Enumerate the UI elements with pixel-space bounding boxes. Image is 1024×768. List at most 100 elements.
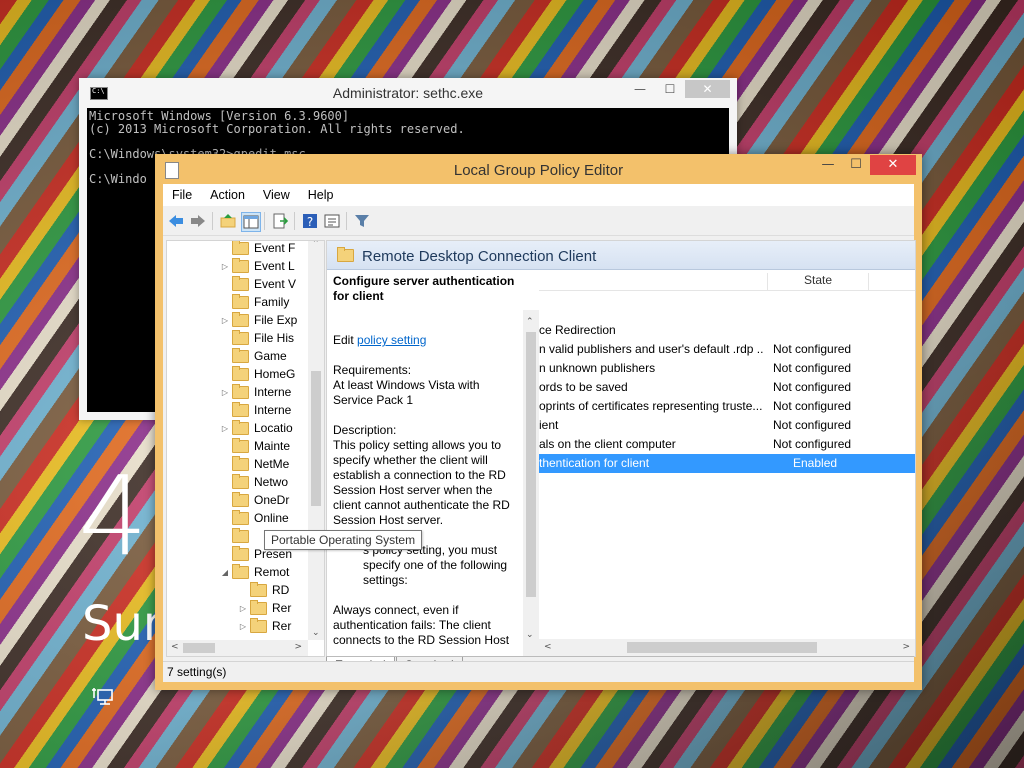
gpedit-window[interactable]: Local Group Policy Editor — ☐ ✕ File Act… <box>155 154 922 690</box>
menu-action[interactable]: Action <box>201 188 254 202</box>
setting-name: ce Redirection <box>539 323 616 337</box>
expand-arrow-icon[interactable]: ▷ <box>221 262 229 271</box>
tree-item[interactable]: ▷ Rer <box>240 617 292 635</box>
tree-item[interactable]: ▷ Event L <box>222 257 295 275</box>
folder-icon <box>232 437 249 453</box>
tree-vertical-scrollbar[interactable]: ⌃ ⌄ <box>308 241 324 640</box>
tree-item[interactable]: Event V <box>232 275 296 293</box>
console-line: (c) 2013 Microsoft Corporation. All righ… <box>89 121 465 136</box>
folder-icon <box>232 329 249 345</box>
menu-view[interactable]: View <box>254 188 299 202</box>
edit-policy-link[interactable]: policy setting <box>357 333 426 347</box>
tree-horizontal-scrollbar[interactable]: < > <box>167 640 308 656</box>
menu-file[interactable]: File <box>163 188 201 202</box>
expand-arrow-icon[interactable]: ▷ <box>239 604 247 613</box>
settings-list[interactable]: State < > ce Redirection n valid publishe… <box>539 270 915 656</box>
tree-item-label: Rer <box>272 619 292 633</box>
setting-state: Not configured <box>773 342 852 356</box>
description-scrollbar[interactable]: ⌃ ⌄ <box>523 310 539 656</box>
minimize-icon[interactable]: — <box>814 155 842 175</box>
maximize-icon[interactable]: ☐ <box>842 155 870 175</box>
setting-state: Not configured <box>773 418 852 432</box>
filter-icon[interactable] <box>353 212 371 230</box>
expand-arrow-icon[interactable]: ◢ <box>221 568 229 577</box>
setting-name: ient <box>539 418 559 432</box>
expand-arrow-icon[interactable]: ▷ <box>221 388 229 397</box>
tree-item[interactable]: ◢ Remot <box>222 563 289 581</box>
setting-row[interactable]: n unknown publishers Not configured <box>539 359 915 378</box>
tree-item[interactable]: NetMe <box>232 455 289 473</box>
tree-item-label: Netwo <box>254 475 289 489</box>
tree-item[interactable]: Online <box>232 509 289 527</box>
scroll-thumb[interactable] <box>311 371 321 506</box>
state-column-header[interactable]: State <box>767 273 869 291</box>
help-icon[interactable]: ? <box>301 212 319 230</box>
export-list-icon[interactable] <box>271 212 289 230</box>
setting-row[interactable]: ords to be saved Not configured <box>539 378 915 397</box>
show-hide-tree-icon[interactable] <box>241 212 261 232</box>
tree-item[interactable]: OneDr <box>232 491 289 509</box>
tree-item[interactable]: ▷ Interne <box>222 383 291 401</box>
tree-item[interactable]: RD <box>250 581 289 599</box>
tree-item[interactable]: Game <box>232 347 287 365</box>
tree-item-label: Game <box>254 349 287 363</box>
gpedit-title: Local Group Policy Editor <box>453 162 624 179</box>
settings-pane: Remote Desktop Connection Client Configu… <box>326 240 916 657</box>
menu-help[interactable]: Help <box>299 188 343 202</box>
tree-item[interactable]: HomeG <box>232 365 295 383</box>
folder-icon <box>232 419 249 435</box>
list-horizontal-scrollbar[interactable]: < > <box>539 639 915 656</box>
setting-row[interactable]: oprints of certificates representing tru… <box>539 397 915 416</box>
folder-icon <box>232 545 249 561</box>
pane-header: Remote Desktop Connection Client <box>327 241 915 270</box>
tree-item[interactable]: Family <box>232 293 289 311</box>
properties-icon[interactable] <box>323 212 341 230</box>
tree-item-label: Mainte <box>254 439 291 453</box>
folder-icon <box>232 383 249 399</box>
folder-icon <box>232 455 249 471</box>
tree-item[interactable]: Mainte <box>232 437 291 455</box>
setting-state: Not configured <box>773 399 852 413</box>
requirements-label: Requirements: <box>333 363 412 377</box>
setting-row[interactable]: ient Not configured <box>539 416 915 435</box>
scroll-thumb[interactable] <box>183 643 215 653</box>
tree-item[interactable]: File His <box>232 329 294 347</box>
cmd-titlebar[interactable]: Administrator: sethc.exe — ☐ ✕ <box>79 78 737 106</box>
tree-item[interactable]: ▷ Rer <box>240 599 291 617</box>
up-folder-icon[interactable] <box>219 212 237 230</box>
folder-icon <box>232 509 249 525</box>
setting-name: als on the client computer <box>539 437 676 451</box>
scroll-thumb[interactable] <box>627 642 817 653</box>
gpedit-titlebar[interactable]: Local Group Policy Editor — ☐ ✕ <box>155 154 922 184</box>
tree-item[interactable]: Event F <box>232 241 296 257</box>
setting-row[interactable]: thentication for client Enabled <box>539 454 915 473</box>
toolbar: ? <box>163 207 914 236</box>
minimize-icon[interactable]: — <box>625 80 655 98</box>
expand-arrow-icon[interactable]: ▷ <box>221 316 229 325</box>
setting-state: Not configured <box>773 437 852 451</box>
setting-row[interactable]: n valid publishers and user's default .r… <box>539 340 915 359</box>
close-icon[interactable]: ✕ <box>685 80 730 98</box>
expand-arrow-icon[interactable]: ▷ <box>239 622 247 631</box>
tree-item[interactable]: Netwo <box>232 473 289 491</box>
menu-bar: File Action View Help <box>163 184 914 206</box>
folder-icon <box>232 365 249 381</box>
folder-icon <box>232 257 249 273</box>
tree-pane[interactable]: ⌃ ⌄ < > Event F ▷ Event L Event V Family ▷ Fil… <box>166 240 325 657</box>
tree-item[interactable]: Interne <box>232 401 291 419</box>
maximize-icon[interactable]: ☐ <box>655 80 685 98</box>
setting-row[interactable]: ce Redirection <box>539 321 915 340</box>
expand-arrow-icon[interactable]: ▷ <box>221 424 229 433</box>
network-icon[interactable] <box>92 686 116 712</box>
always-connect-text: Always connect, even if authentication f… <box>333 603 510 647</box>
tree-item[interactable]: ▷ File Exp <box>222 311 297 329</box>
tree-item[interactable] <box>232 527 254 545</box>
tree-item-label: Event F <box>254 241 296 255</box>
forward-arrow-icon[interactable] <box>189 212 207 230</box>
tree-item[interactable]: ▷ Locatio <box>222 419 293 437</box>
back-arrow-icon[interactable] <box>167 212 185 230</box>
setting-row[interactable]: als on the client computer Not configured <box>539 435 915 454</box>
close-icon[interactable]: ✕ <box>870 155 916 175</box>
scroll-thumb[interactable] <box>526 332 536 597</box>
setting-state: Enabled <box>793 456 838 470</box>
